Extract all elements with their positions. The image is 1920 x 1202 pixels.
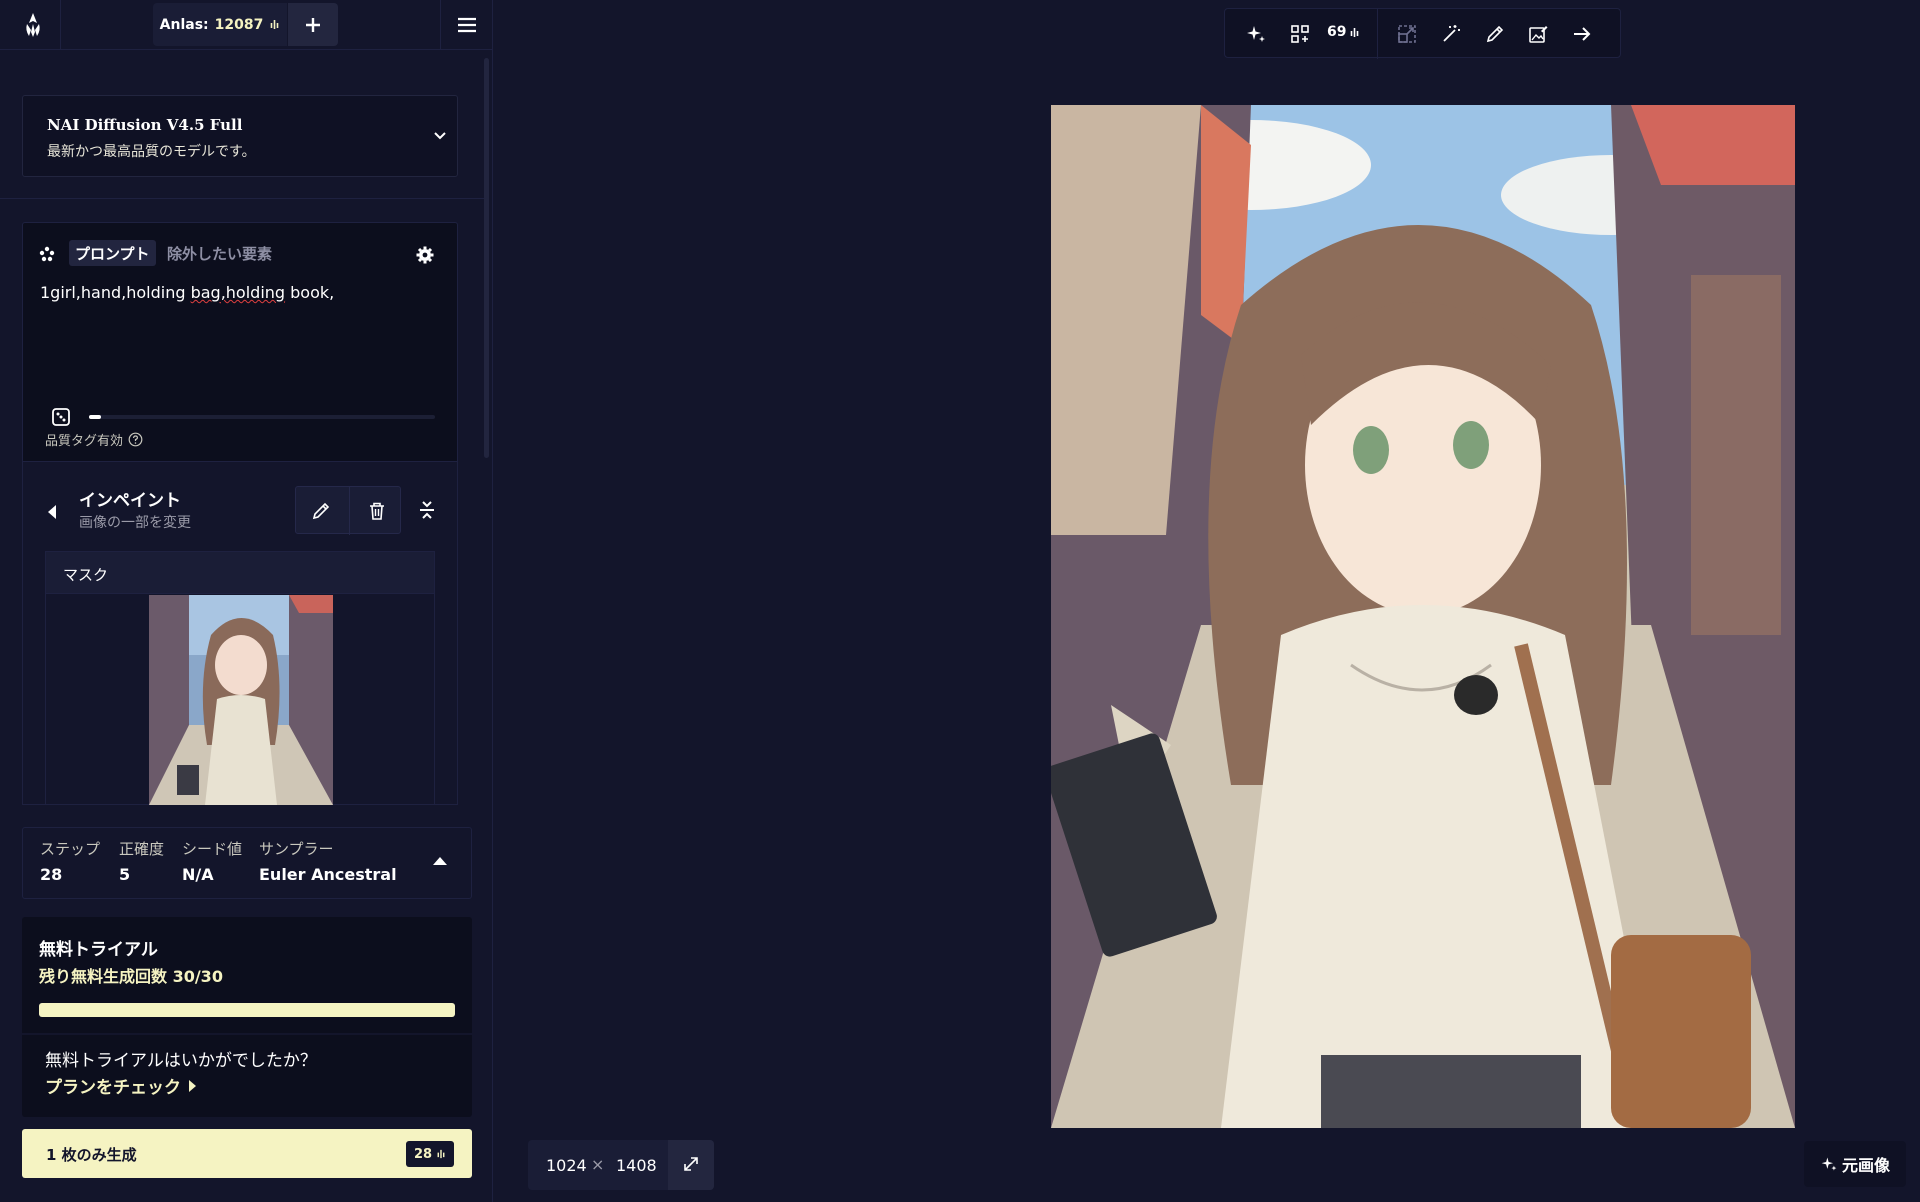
model-selector[interactable]: NAI Diffusion V4.5 Full 最新かつ最高品質のモデルです。 <box>22 95 458 177</box>
prompt-panel: プロンプト 除外したい要素 1girl,hand,holding bag,hol… <box>22 222 458 462</box>
param-value: Euler Ancestral <box>259 865 397 884</box>
trial-title: 無料トライアル <box>39 940 158 960</box>
sparkle-icon <box>39 246 55 262</box>
param-value: 5 <box>119 865 131 884</box>
mask-header: マスク <box>46 552 434 594</box>
anlas-label: Anlas: <box>159 16 209 33</box>
collapse-icon[interactable] <box>417 499 437 521</box>
sidebar: Anlas: 12087 NAI Diffusion V4.5 Full 最新か… <box>0 0 493 1202</box>
param-sampler: サンプラー Euler Ancestral <box>259 838 397 884</box>
trash-icon[interactable] <box>366 500 388 522</box>
trial-progress-fill <box>39 1003 455 1017</box>
anlas-icon <box>437 1149 445 1159</box>
help-icon[interactable] <box>128 432 143 447</box>
prompt-text-part: book, <box>285 283 335 302</box>
anlas-icon <box>271 20 279 29</box>
inpaint-toolbar <box>295 486 401 535</box>
model-name: NAI Diffusion V4.5 Full <box>47 116 243 134</box>
mask-preview[interactable]: マスク <box>45 551 435 805</box>
generate-cost: 28 <box>414 1146 433 1162</box>
back-arrow-icon[interactable] <box>45 502 59 522</box>
quality-tags-label: 品質タグ有効 <box>45 434 124 449</box>
free-trial-panel: 無料トライアル 残り無料生成回数 30/30 無料トライアルはいかがでしたか？ … <box>22 917 472 1117</box>
inpaint-title: インペイント <box>79 491 181 511</box>
generation-params[interactable]: ステップ 28 正確度 5 シード値 N/A サンプラー Euler Ances… <box>22 827 472 899</box>
prompt-text-part: 1girl,hand,holding <box>40 283 191 302</box>
add-anlas-button[interactable] <box>288 3 338 46</box>
original-image-label: 元画像 <box>1841 1156 1890 1175</box>
enhance-cost: 69 <box>1327 24 1360 40</box>
pencil-icon[interactable] <box>1484 23 1506 45</box>
enhance-cost-value: 69 <box>1327 24 1347 40</box>
plus-icon <box>306 17 320 32</box>
param-steps: ステップ 28 <box>40 838 100 884</box>
image-height[interactable]: 1408 <box>616 1156 657 1175</box>
divider <box>60 0 61 50</box>
divider <box>0 198 484 199</box>
enhance-icon[interactable] <box>1289 23 1311 45</box>
divider <box>1377 9 1378 59</box>
image-width[interactable]: 1024 <box>546 1156 587 1175</box>
model-description: 最新かつ最高品質のモデルです。 <box>47 144 256 160</box>
trial-progress-bar <box>39 1003 455 1017</box>
param-label: シード値 <box>182 840 243 858</box>
tab-prompt[interactable]: プロンプト <box>69 240 156 266</box>
edit-image-icon[interactable] <box>1527 23 1549 45</box>
param-label: サンプラー <box>259 840 334 858</box>
prompt-text-flagged: bag,holding <box>190 283 286 302</box>
magic-icon[interactable] <box>1245 23 1267 45</box>
trial-question: 無料トライアルはいかがでしたか？ <box>45 1051 317 1071</box>
chevron-down-icon <box>434 132 446 140</box>
app-root: Anlas: 12087 NAI Diffusion V4.5 Full 最新か… <box>0 0 1920 1202</box>
param-value: 28 <box>40 865 63 884</box>
menu-icon[interactable] <box>455 13 479 37</box>
upscale-icon[interactable] <box>1396 23 1418 45</box>
param-label: ステップ <box>40 840 101 858</box>
divider <box>440 0 441 50</box>
generated-image[interactable] <box>1051 105 1795 1128</box>
dice-icon[interactable] <box>51 407 71 427</box>
trial-remaining: 残り無料生成回数 30/30 <box>39 967 223 986</box>
gear-icon[interactable] <box>415 245 435 265</box>
inpaint-panel: インペイント 画像の一部を変更 マスク <box>22 462 458 805</box>
param-value: N/A <box>182 865 214 884</box>
sidebar-scrollbar[interactable] <box>484 58 489 458</box>
generate-cost-badge: 28 <box>406 1141 455 1167</box>
wand-icon[interactable] <box>1440 23 1462 45</box>
caret-right-icon <box>189 1079 196 1092</box>
check-plans-link[interactable]: プランをチェック <box>45 1073 197 1098</box>
param-seed: シード値 N/A <box>182 838 242 884</box>
anlas-balance[interactable]: Anlas: 12087 <box>153 3 287 46</box>
dimension-separator: × <box>591 1155 605 1174</box>
generate-button[interactable]: 1 枚のみ生成 28 <box>22 1129 472 1178</box>
sidebar-topbar: Anlas: 12087 <box>0 0 493 50</box>
magic-icon <box>1821 1157 1837 1171</box>
token-usage-fill <box>89 415 102 419</box>
image-toolbar: 69 <box>1224 8 1621 59</box>
pencil-icon[interactable] <box>310 500 332 522</box>
expand-icon <box>684 1157 698 1171</box>
generate-label: 1 枚のみ生成 <box>46 1146 137 1164</box>
expand-button[interactable] <box>668 1140 714 1190</box>
anlas-value: 12087 <box>214 16 264 33</box>
image-dimensions: 1024 × 1408 <box>528 1140 714 1190</box>
anlas-icon <box>1351 27 1359 37</box>
logo-icon[interactable] <box>18 10 48 40</box>
inpaint-subtitle: 画像の一部を変更 <box>79 515 191 531</box>
check-plans-label: プランをチェック <box>45 1078 181 1098</box>
caret-up-icon[interactable] <box>431 854 449 868</box>
mask-label: マスク <box>63 566 109 584</box>
divider <box>349 487 350 535</box>
arrow-right-icon[interactable] <box>1571 23 1593 45</box>
param-label: 正確度 <box>119 840 165 858</box>
mask-thumbnail <box>149 595 333 805</box>
divider <box>22 1033 472 1035</box>
quality-tags-toggle[interactable]: 品質タグ有効 <box>45 430 143 449</box>
param-guidance: 正確度 5 <box>119 838 164 884</box>
prompt-input[interactable]: 1girl,hand,holding bag,holding book, <box>40 283 334 302</box>
original-image-button[interactable]: 元画像 <box>1804 1141 1906 1187</box>
token-usage-bar <box>89 415 435 419</box>
tab-negative-prompt[interactable]: 除外したい要素 <box>167 240 272 266</box>
